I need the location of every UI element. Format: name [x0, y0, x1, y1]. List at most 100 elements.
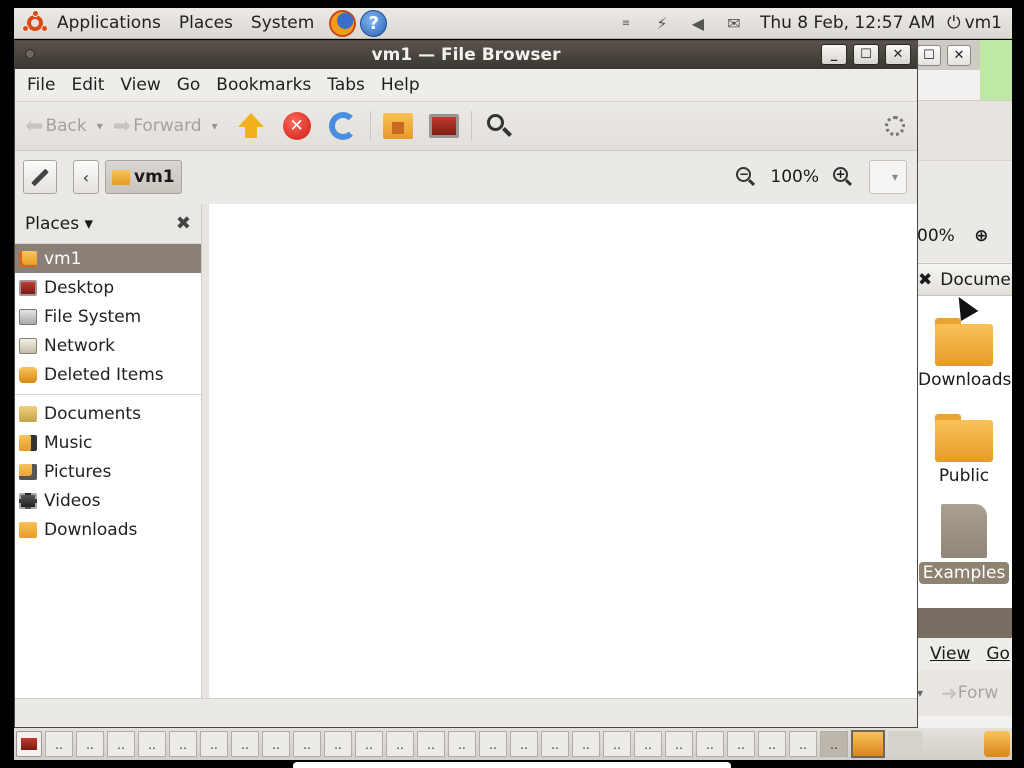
forward-button[interactable]: ➡ Forward ▾: [113, 114, 218, 139]
taskbar-window-button[interactable]: [851, 730, 885, 758]
network-disconnected-icon[interactable]: ⚡: [650, 12, 674, 34]
bg-column-documents[interactable]: Docume: [940, 270, 1011, 290]
workspace-button[interactable]: ..: [541, 731, 569, 757]
indicator-icon[interactable]: ≡: [614, 12, 638, 34]
bg-forward-button[interactable]: Forw: [958, 683, 998, 703]
zoom-out-icon[interactable]: −: [736, 167, 756, 187]
places-menu[interactable]: Places: [170, 8, 242, 38]
sidebar-item-vm1[interactable]: vm1: [15, 244, 201, 273]
workspace-button[interactable]: ..: [727, 731, 755, 757]
bg-column-header[interactable]: ✖ Docume: [918, 263, 1012, 296]
maximize-button[interactable]: ☐: [853, 44, 879, 65]
workspace-button[interactable]: ..: [355, 731, 383, 757]
menu-bookmarks[interactable]: Bookmarks: [208, 75, 319, 95]
stop-button[interactable]: ✕: [282, 111, 312, 141]
workspace-button[interactable]: ..: [479, 731, 507, 757]
computer-button[interactable]: [428, 111, 459, 141]
workspace-button[interactable]: ..: [510, 731, 538, 757]
sidebar-item-file-system[interactable]: File System: [15, 302, 201, 331]
zoom-in-icon[interactable]: +: [833, 167, 853, 187]
up-button[interactable]: [236, 111, 266, 141]
close-sidebar-icon[interactable]: ✖: [176, 213, 191, 234]
zoom-level[interactable]: 100%: [770, 167, 819, 187]
pane-splitter[interactable]: [202, 204, 209, 698]
workspace-button[interactable]: ..: [665, 731, 693, 757]
sidebar-item-documents[interactable]: Documents: [15, 399, 201, 428]
workspace-button[interactable]: ..: [758, 731, 786, 757]
workspace-button[interactable]: ..: [603, 731, 631, 757]
mail-icon[interactable]: ✉: [722, 12, 746, 34]
close-button[interactable]: ✕: [885, 44, 911, 65]
bg-maximize-button[interactable]: ☐: [917, 45, 941, 66]
sidebar-item-desktop[interactable]: Desktop: [15, 273, 201, 302]
view-mode-select[interactable]: ▾: [869, 160, 907, 194]
workspace-button[interactable]: ..: [417, 731, 445, 757]
workspace-button[interactable]: ..: [789, 731, 817, 757]
applications-menu[interactable]: Applications: [48, 8, 170, 38]
workspace-button[interactable]: ..: [386, 731, 414, 757]
menu-edit[interactable]: Edit: [63, 75, 112, 95]
bg-file-downloads[interactable]: Downloads: [918, 318, 1011, 390]
forward-arrow-icon: ➡: [112, 113, 132, 139]
sidebar-mode-dropdown[interactable]: Places ▾: [25, 214, 93, 234]
workspace-button[interactable]: ..: [107, 731, 135, 757]
workspace-button[interactable]: ..: [138, 731, 166, 757]
workspace-button[interactable]: ..: [262, 731, 290, 757]
sidebar-item-videos[interactable]: Videos: [15, 486, 201, 515]
workspace-button-active[interactable]: ..: [820, 731, 848, 757]
workspace-button[interactable]: ..: [293, 731, 321, 757]
user-menu[interactable]: ⏻ vm1: [947, 13, 1002, 33]
home-button[interactable]: [382, 111, 413, 141]
bg-close-button[interactable]: ✕: [947, 45, 971, 66]
path-scroll-left-button[interactable]: ‹: [73, 160, 99, 194]
workspace-button[interactable]: ..: [200, 731, 228, 757]
minimize-button[interactable]: _: [821, 44, 847, 65]
workspace-button[interactable]: ..: [572, 731, 600, 757]
bg-close-icon[interactable]: ✖: [918, 270, 932, 290]
window-menu-icon[interactable]: [25, 49, 35, 59]
menu-tabs[interactable]: Tabs: [319, 75, 373, 95]
back-button[interactable]: ⬅ Back ▾: [25, 114, 103, 139]
sidebar-item-music[interactable]: Music: [15, 428, 201, 457]
bg-window-2-toolbar: ▾ ➜ Forw: [905, 670, 1012, 716]
bg-window-2-titlebar[interactable]: [918, 608, 1012, 638]
menu-go[interactable]: Go: [169, 75, 209, 95]
workspace-button[interactable]: ..: [634, 731, 662, 757]
sidebar-item-deleted-items[interactable]: Deleted Items: [15, 360, 201, 389]
firefox-icon[interactable]: [329, 9, 357, 37]
menu-file[interactable]: File: [19, 75, 63, 95]
bg-menu-go[interactable]: Go: [986, 644, 1010, 664]
workspace-button[interactable]: ..: [696, 731, 724, 757]
show-desktop-button[interactable]: [16, 731, 42, 757]
help-icon[interactable]: ?: [360, 9, 388, 37]
sidebar-item-network[interactable]: Network: [15, 331, 201, 360]
forward-history-dropdown[interactable]: ▾: [212, 119, 218, 133]
menu-view[interactable]: View: [112, 75, 168, 95]
workspace-button[interactable]: ..: [76, 731, 104, 757]
sidebar-separator: [15, 389, 201, 395]
edit-location-button[interactable]: [23, 160, 57, 194]
clock[interactable]: Thu 8 Feb, 12:57 AM: [760, 13, 935, 33]
workspace-button[interactable]: ..: [231, 731, 259, 757]
back-history-dropdown[interactable]: ▾: [97, 119, 103, 133]
window-titlebar[interactable]: vm1 — File Browser _ ☐ ✕: [15, 41, 917, 69]
system-menu[interactable]: System: [242, 8, 323, 38]
reload-button[interactable]: [328, 111, 358, 141]
bg-file-public[interactable]: Public: [918, 414, 1010, 486]
sidebar-item-pictures[interactable]: Pictures: [15, 457, 201, 486]
ubuntu-logo-icon[interactable]: [22, 10, 48, 36]
bg-zoom-in-icon[interactable]: ⊕: [974, 226, 988, 246]
sidebar-item-downloads[interactable]: Downloads: [15, 515, 201, 544]
volume-icon[interactable]: ◀: [686, 12, 710, 34]
trash-icon[interactable]: [984, 731, 1010, 757]
bg-menu-view[interactable]: View: [930, 644, 970, 664]
menu-help[interactable]: Help: [373, 75, 428, 95]
search-button[interactable]: [484, 111, 514, 141]
workspace-button[interactable]: ..: [45, 731, 73, 757]
breadcrumb-vm1[interactable]: vm1: [105, 160, 182, 194]
workspace-button[interactable]: ..: [448, 731, 476, 757]
workspace-button[interactable]: ..: [169, 731, 197, 757]
workspace-button[interactable]: ..: [324, 731, 352, 757]
file-view[interactable]: [209, 204, 917, 698]
bg-file-examples[interactable]: Examples: [918, 504, 1010, 584]
